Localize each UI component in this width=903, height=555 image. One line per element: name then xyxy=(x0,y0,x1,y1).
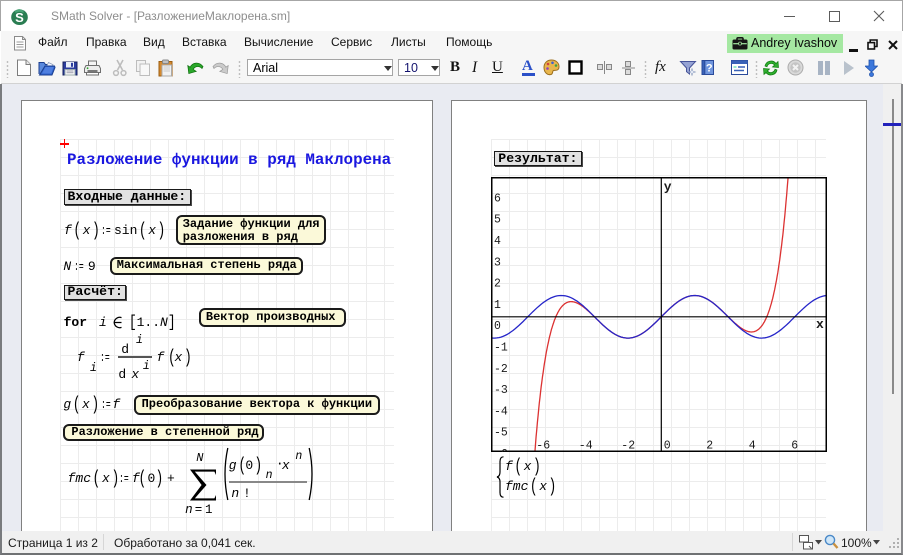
svg-text:-5: -5 xyxy=(494,426,508,439)
svg-text:-4: -4 xyxy=(578,439,592,452)
svg-text:6: 6 xyxy=(791,439,798,452)
svg-text:4: 4 xyxy=(748,439,755,452)
svg-text:S: S xyxy=(15,10,24,25)
svg-text:-4: -4 xyxy=(494,405,508,418)
svg-text:-1: -1 xyxy=(494,341,508,354)
svg-text:0: 0 xyxy=(663,439,670,452)
svg-text:-2: -2 xyxy=(621,439,635,452)
svg-text:-3: -3 xyxy=(494,384,508,397)
svg-text:?: ? xyxy=(706,63,713,75)
svg-text:6: 6 xyxy=(494,192,501,205)
svg-text:2: 2 xyxy=(494,277,501,290)
svg-text:-2: -2 xyxy=(494,362,508,375)
svg-text:1: 1 xyxy=(494,299,501,312)
svg-text:-6: -6 xyxy=(494,448,508,452)
svg-text:x: x xyxy=(816,316,824,331)
svg-text:-6: -6 xyxy=(536,439,550,452)
svg-text:y: y xyxy=(663,179,671,194)
svg-text:2: 2 xyxy=(706,439,713,452)
svg-text:0: 0 xyxy=(494,320,501,333)
svg-text:5: 5 xyxy=(494,213,501,226)
svg-text:4: 4 xyxy=(494,235,501,248)
svg-text:3: 3 xyxy=(494,256,501,269)
